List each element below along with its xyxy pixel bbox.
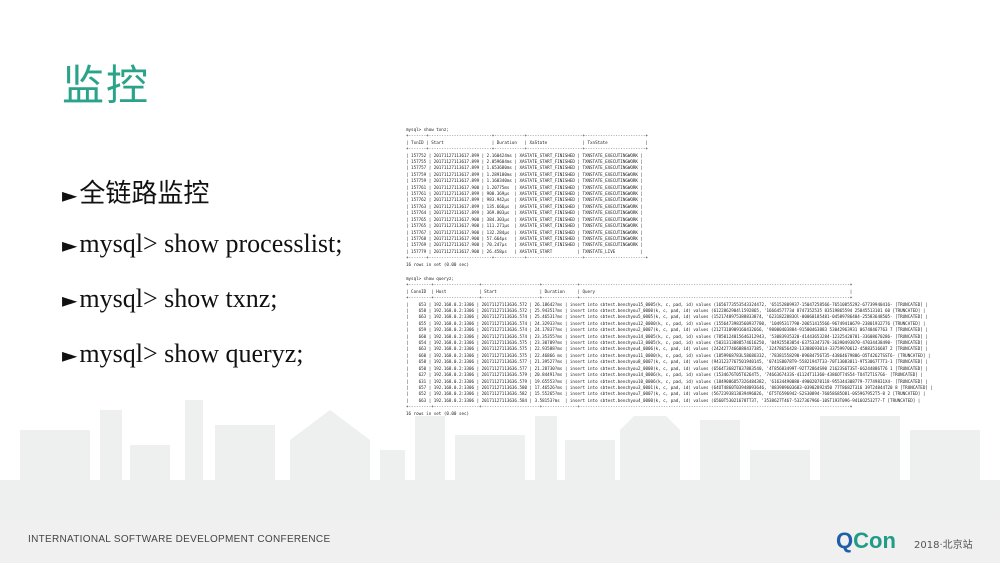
txnz-terminal-output: mysql> show txnz; +-------+--------------… (406, 127, 676, 277)
conference-name: INTERNATIONAL SOFTWARE DEVELOPMENT CONFE… (28, 534, 331, 545)
qcon-logo: QCon (836, 528, 896, 553)
terminal-line: | 157762 | 20171127113617.899 | 983.942µ… (406, 197, 643, 203)
bullet-item-processlist: ►mysql> show processlist; (62, 230, 343, 259)
terminal-line: | 631 | 192.168.0.2:3306 | 2017112711363… (406, 378, 928, 384)
terminal-line: | 157757 | 20171127113617.899 | 1.653680… (406, 165, 643, 171)
terminal-line: | 663 | 192.168.0.2:3306 | 2017112711363… (406, 346, 928, 352)
triangle-bullet-icon: ► (62, 183, 78, 207)
bullet-item-queryz: ►mysql> show queryz; (62, 340, 303, 369)
bullet-text: mysql> show txnz; (79, 284, 278, 313)
terminal-line: | 157759 | 20171127113617.899 | 1.168340… (406, 178, 643, 184)
terminal-line: | 157765 | 20171127113617.900 | 111.271µ… (406, 223, 643, 229)
bullet-item-txnz: ►mysql> show txnz; (62, 285, 278, 314)
terminal-line: +-------+-------------------------+-----… (406, 255, 649, 261)
triangle-bullet-icon: ► (62, 288, 78, 312)
terminal-line: 16 rows in set (0.00 sec) (406, 410, 470, 416)
queryz-terminal-output: mysql> show queryz; +---------+----------… (406, 276, 972, 416)
bullet-item-full-link-monitoring: ►全链路监控 (62, 180, 209, 209)
bullet-text: 全链路监控 (79, 179, 210, 209)
terminal-line: | 157767 | 20171127113617.900 | 132.284µ… (406, 229, 643, 235)
terminal-line: 16 rows in set (0.00 sec) (406, 261, 470, 267)
terminal-line: | 157769 | 20171127113617.900 | 70.247µs… (406, 242, 643, 248)
terminal-line: | 663 | 192.168.0.2:3306 | 2017112711363… (406, 314, 928, 320)
qcon-logo-subtitle: 2018·北京站 (914, 540, 973, 551)
bullet-text: mysql> show queryz; (79, 339, 304, 368)
terminal-line: | 157764 | 20171127113617.899 | 369.803µ… (406, 210, 643, 216)
terminal-line: | 658 | 192.168.0.2:3306 | 2017112711363… (406, 359, 928, 365)
triangle-bullet-icon: ► (62, 233, 78, 257)
bullet-text: mysql> show processlist; (79, 229, 343, 258)
terminal-line: | 627 | 192.168.0.2:3306 | 2017112711363… (406, 372, 923, 378)
terminal-line: +-------+-------------------------+-----… (406, 133, 649, 139)
triangle-bullet-icon: ► (62, 343, 78, 367)
terminal-line: +-------+-------------------------+-----… (406, 146, 649, 152)
terminal-line: | 659 | 192.168.0.2:3306 | 2017112711363… (406, 327, 928, 333)
footer-bar: INTERNATIONAL SOFTWARE DEVELOPMENT CONFE… (0, 520, 1000, 563)
slide-title: 监控 (62, 61, 151, 110)
terminal-line: | 652 | 192.168.0.2:3306 | 2017112711363… (406, 391, 926, 397)
